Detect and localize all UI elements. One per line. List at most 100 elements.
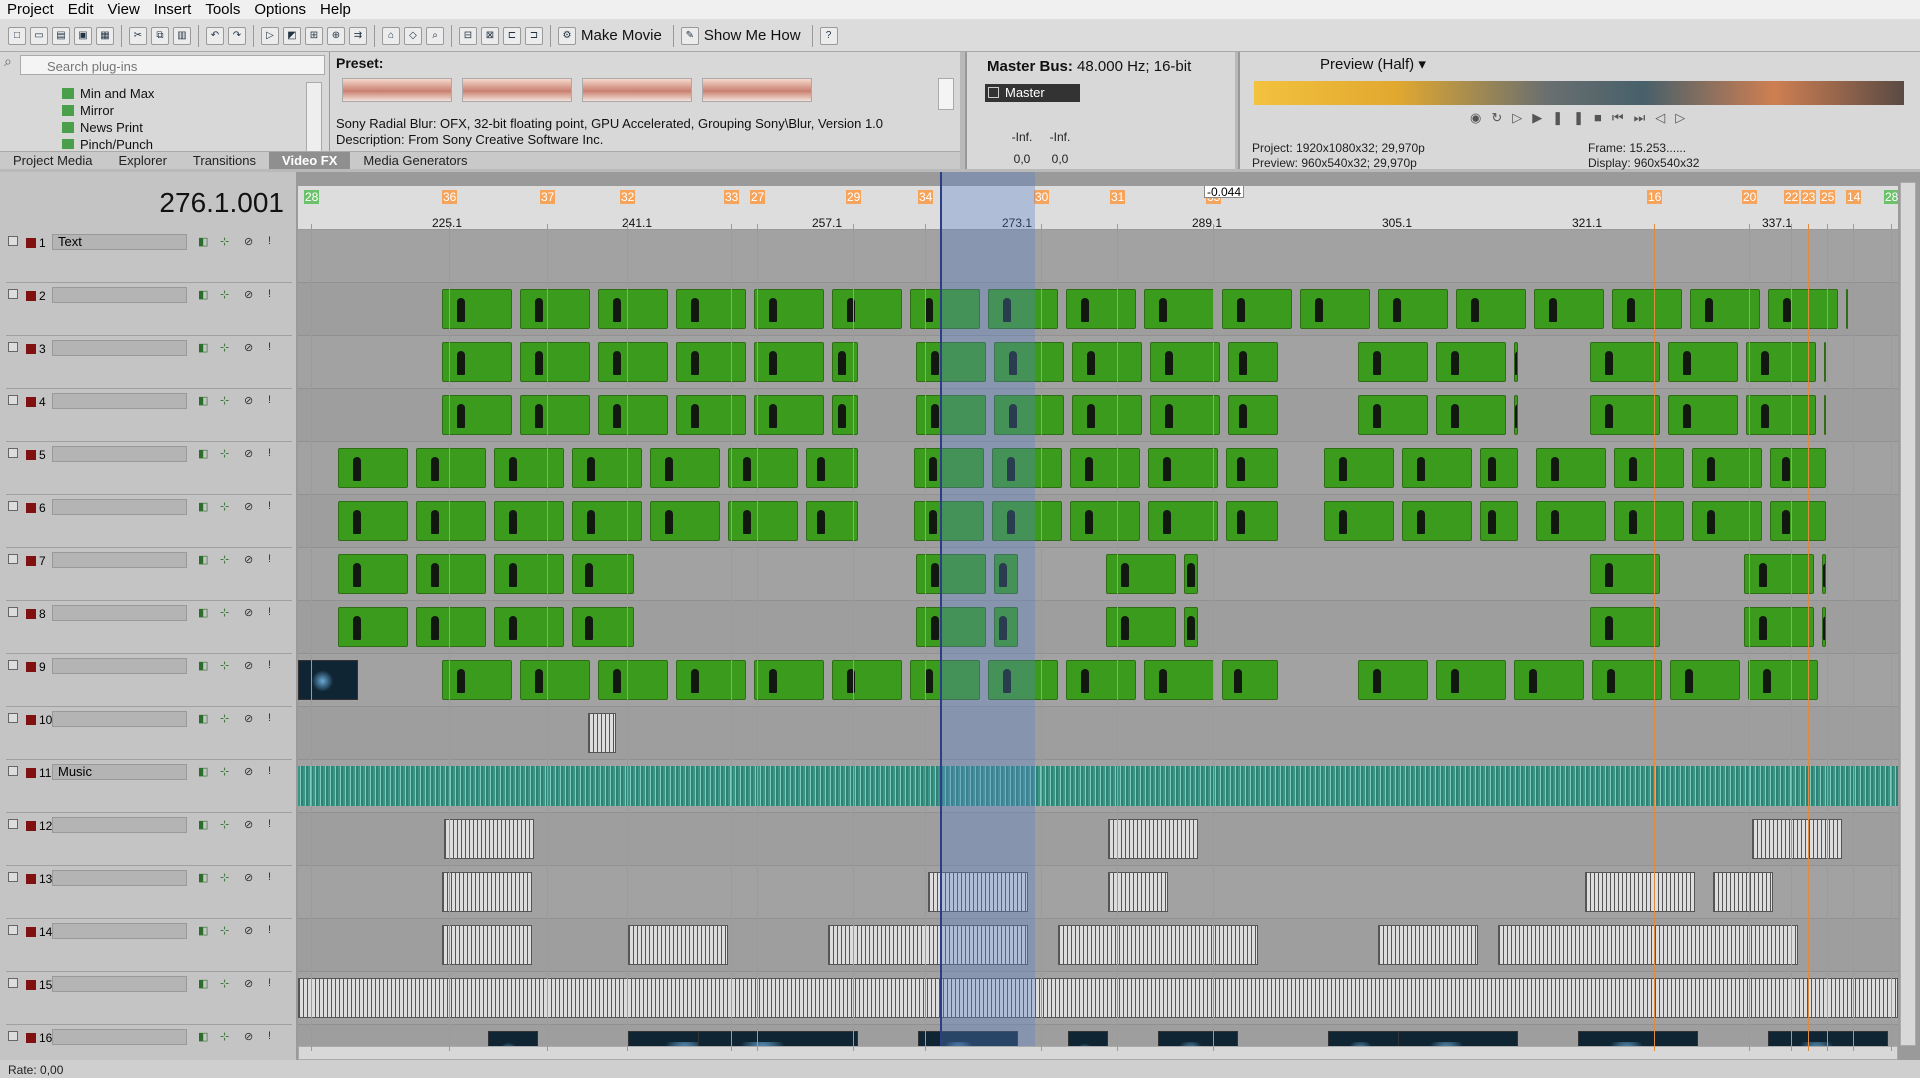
timeline-marker[interactable]: 20 (1742, 190, 1758, 204)
tab-transitions[interactable]: Transitions (180, 152, 269, 169)
master-strip[interactable]: Master (985, 84, 1080, 102)
track-name-field[interactable] (52, 499, 187, 515)
lock-envelopes-icon[interactable]: ⌂ (382, 26, 400, 45)
timeline-marker[interactable]: 22 (1784, 190, 1800, 204)
mute-icon[interactable]: ⊘ (244, 659, 253, 672)
preset-thumbnail[interactable] (582, 78, 692, 102)
folder-icon[interactable]: ▤ (52, 26, 70, 45)
solo-icon[interactable]: ! (268, 924, 271, 936)
timeline-clip[interactable] (676, 395, 746, 435)
track-fx-icon[interactable]: ⊹ (220, 1030, 229, 1043)
track-minimize-icon[interactable] (8, 448, 18, 458)
timeline-clip[interactable] (1148, 501, 1218, 541)
timeline-clip[interactable] (520, 395, 590, 435)
track-fx-icon[interactable]: ⊹ (220, 712, 229, 725)
track-name-field[interactable] (52, 817, 187, 833)
track-minimize-icon[interactable] (8, 607, 18, 617)
vertical-scrollbar[interactable] (1900, 182, 1916, 1046)
timeline-clip[interactable] (598, 395, 668, 435)
timeline-clip[interactable] (442, 342, 512, 382)
timeline-marker[interactable]: 16 (1647, 190, 1663, 204)
time-ruler[interactable]: 283637323327293430313516202223251428-0.0… (298, 186, 1898, 230)
solo-icon[interactable]: ! (268, 500, 271, 512)
track-fx-icon[interactable]: ⊹ (220, 235, 229, 248)
timeline-clip[interactable] (1066, 289, 1136, 329)
paste-icon[interactable]: ▥ (173, 26, 191, 45)
track-fx-icon[interactable]: ⊹ (220, 553, 229, 566)
track-lane-3[interactable] (298, 336, 1898, 389)
tab-explorer[interactable]: Explorer (105, 152, 179, 169)
timeline-clip[interactable] (572, 554, 634, 594)
timeline-clip[interactable] (520, 342, 590, 382)
timeline-clip[interactable] (1378, 925, 1478, 965)
track-lane-15[interactable] (298, 972, 1898, 1025)
save-icon[interactable]: ▣ (74, 26, 92, 45)
plugin-item[interactable]: Mirror (62, 103, 114, 118)
timeline-clip[interactable] (338, 448, 408, 488)
mute-icon[interactable]: ⊘ (244, 394, 253, 407)
timeline-marker[interactable]: 25 (1820, 190, 1836, 204)
timeline-clip[interactable] (598, 660, 668, 700)
menu-tools[interactable]: Tools (198, 1, 247, 18)
track-fx-icon[interactable]: ⊹ (220, 341, 229, 354)
redo-icon[interactable]: ↷ (228, 26, 246, 45)
timeline-clip[interactable] (1752, 819, 1842, 859)
track-header-10[interactable]: 10 ◧ ⊹ ⊘! (6, 707, 292, 760)
timeline-clip[interactable] (676, 660, 746, 700)
track-lane-2[interactable] (298, 283, 1898, 336)
timeline-clip[interactable] (416, 607, 486, 647)
track-minimize-icon[interactable] (8, 925, 18, 935)
timeline-clip[interactable] (628, 925, 728, 965)
track-header-3[interactable]: 3 ◧ ⊹ ⊘! (6, 336, 292, 389)
preset-thumbnail[interactable] (702, 78, 812, 102)
composite-mode-icon[interactable]: ◧ (198, 818, 208, 831)
timeline-clip[interactable] (444, 819, 534, 859)
timeline-clip[interactable] (1184, 554, 1198, 594)
timeline-clip[interactable] (1668, 342, 1738, 382)
tab-video-fx[interactable]: Video FX (269, 152, 351, 169)
timeline-clip[interactable] (1746, 395, 1816, 435)
timeline-clip[interactable] (598, 289, 668, 329)
solo-icon[interactable]: ! (268, 1030, 271, 1042)
menu-edit[interactable]: Edit (61, 1, 101, 18)
timeline-clip[interactable] (1324, 501, 1394, 541)
composite-mode-icon[interactable]: ◧ (198, 447, 208, 460)
new-icon[interactable]: □ (8, 26, 26, 45)
timeline-clip[interactable] (1358, 342, 1428, 382)
composite-mode-icon[interactable]: ◧ (198, 712, 208, 725)
track-lane-10[interactable] (298, 707, 1898, 760)
timeline-clip[interactable] (1692, 501, 1762, 541)
plugin-item[interactable]: Min and Max (62, 86, 154, 101)
timeline-clip[interactable] (1226, 448, 1278, 488)
timeline-clip[interactable] (754, 342, 824, 382)
timeline-clip[interactable] (442, 925, 532, 965)
timeline-clip[interactable] (1072, 395, 1142, 435)
timeline-clip[interactable] (442, 289, 512, 329)
track-name-field[interactable] (52, 658, 187, 674)
track-header-14[interactable]: 14 ◧ ⊹ ⊘! (6, 919, 292, 972)
track-fx-icon[interactable]: ⊹ (220, 606, 229, 619)
timeline-clip[interactable] (728, 501, 798, 541)
timeline-clip[interactable] (1514, 395, 1518, 435)
track-name-field[interactable] (52, 976, 187, 992)
timeline-clip[interactable] (1614, 501, 1684, 541)
preset-scrollbar[interactable] (938, 78, 954, 110)
mute-icon[interactable]: ⊘ (244, 871, 253, 884)
timeline-clip[interactable] (1822, 554, 1826, 594)
plugin-search-input[interactable] (20, 55, 325, 75)
track-fx-icon[interactable]: ⊹ (220, 924, 229, 937)
menu-help[interactable]: Help (313, 1, 358, 18)
timeline-clip[interactable] (1536, 501, 1606, 541)
track-name-field[interactable] (52, 870, 187, 886)
timeline-clip[interactable] (1058, 925, 1258, 965)
timeline-clip[interactable] (1144, 660, 1214, 700)
track-name-field[interactable] (52, 340, 187, 356)
render-icon[interactable]: ▦ (96, 26, 114, 45)
track-fx-icon[interactable]: ⊹ (220, 288, 229, 301)
timeline-clip[interactable] (1612, 289, 1682, 329)
copy-icon[interactable]: ⧉ (151, 26, 169, 45)
composite-mode-icon[interactable]: ◧ (198, 1030, 208, 1043)
mute-icon[interactable]: ⊘ (244, 765, 253, 778)
track-minimize-icon[interactable] (8, 819, 18, 829)
timeline-clip[interactable] (1590, 607, 1660, 647)
